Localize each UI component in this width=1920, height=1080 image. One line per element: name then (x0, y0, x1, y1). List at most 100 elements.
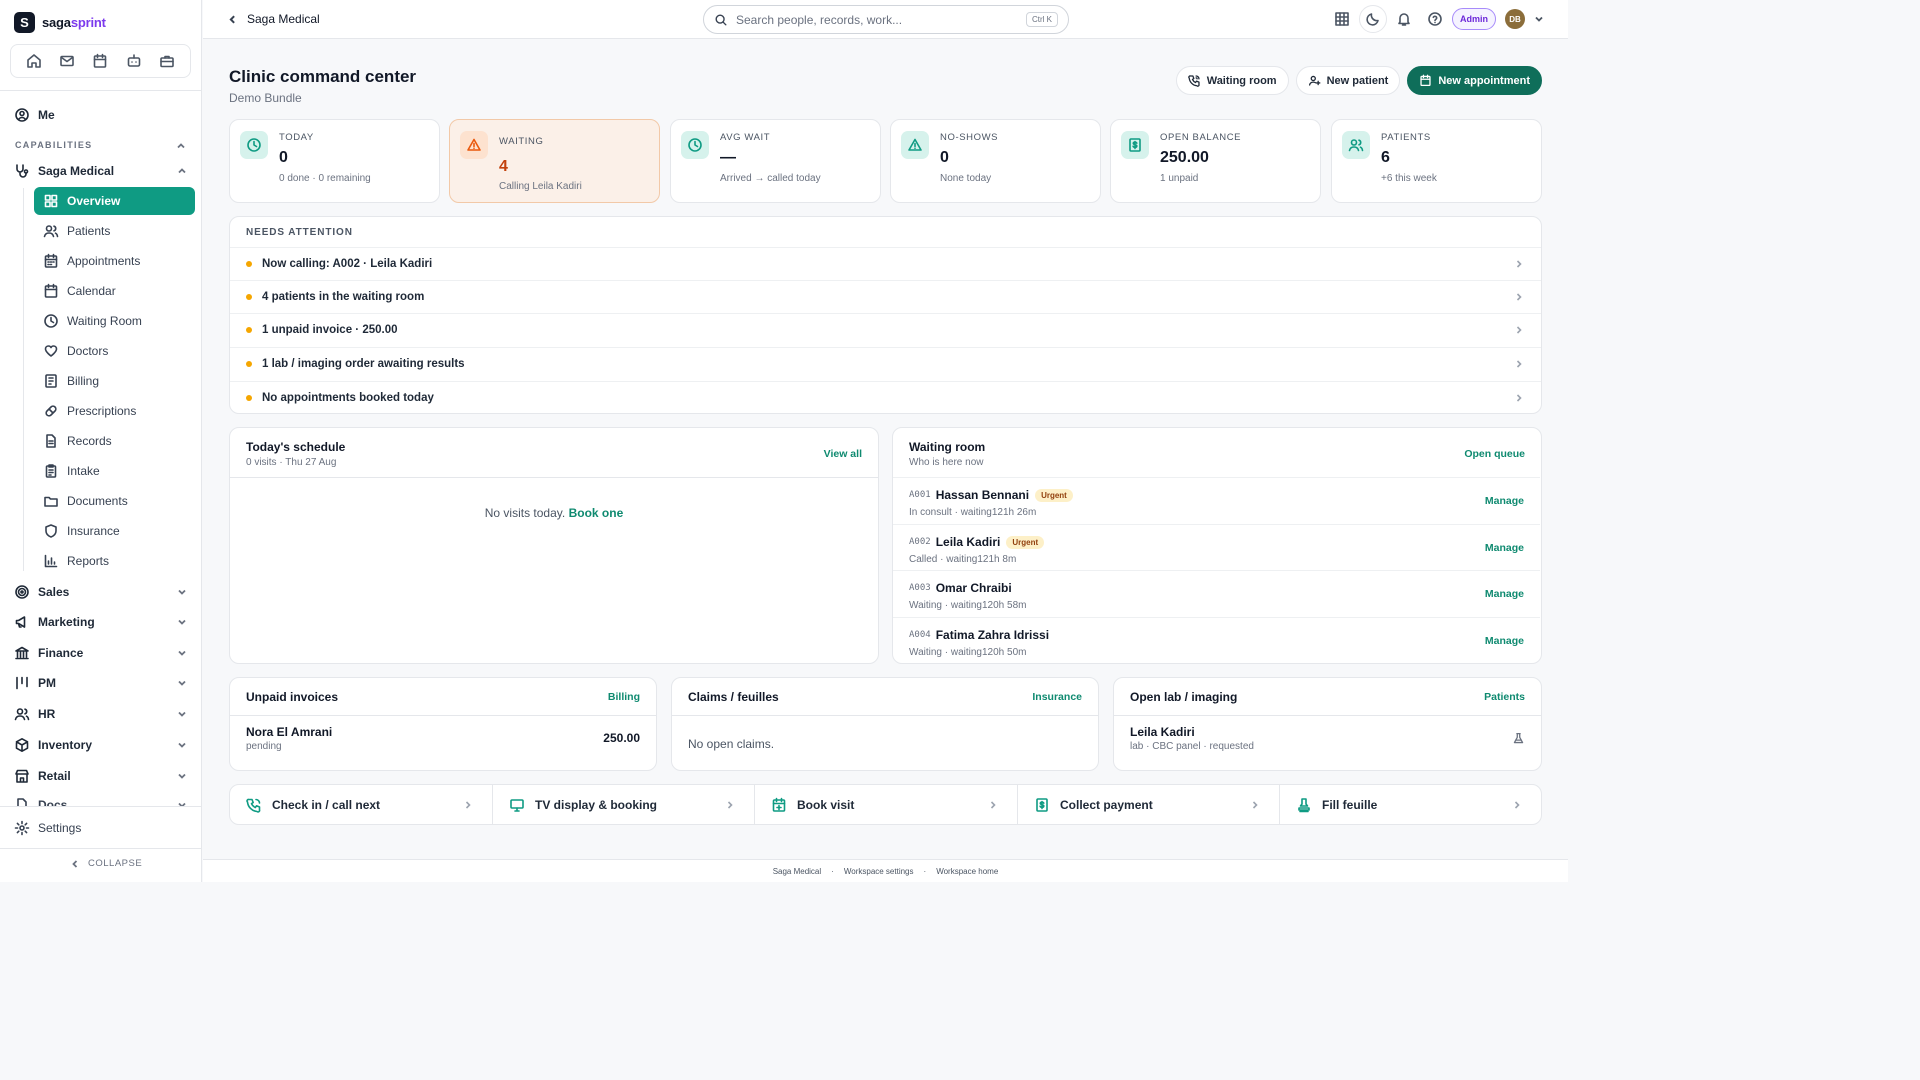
back-icon[interactable] (227, 14, 238, 25)
kpi-card-patients[interactable]: PATIENTS 6 +6 this week (1331, 119, 1542, 203)
role-badge[interactable]: Admin (1452, 8, 1496, 30)
table-row[interactable]: A001 Hassan Bennani Urgent In consult · … (893, 477, 1540, 523)
billing-link[interactable]: Billing (608, 691, 640, 703)
table-row[interactable]: A002 Leila Kadiri Urgent Called · waitin… (893, 524, 1540, 570)
sidebar-item-overview[interactable]: Overview (34, 187, 195, 215)
sidebar-item-label: Records (67, 434, 112, 448)
home-icon[interactable] (26, 53, 42, 69)
sidebar-item-records[interactable]: Records (34, 427, 195, 455)
collapse-button[interactable]: COLLAPSE (70, 858, 142, 869)
insurance-link[interactable]: Insurance (1032, 691, 1082, 703)
sidebar-group-saga-medical[interactable]: Saga Medical (14, 156, 188, 186)
moon-icon[interactable] (1359, 5, 1387, 33)
footer-link[interactable]: Workspace settings (844, 867, 914, 876)
sidebar-item-label: Waiting Room (67, 314, 142, 328)
sidebar-section-sales[interactable]: Sales (14, 577, 188, 607)
tv-display-action[interactable]: TV display & booking (493, 785, 755, 824)
warning-dot (246, 261, 252, 267)
file-icon (17, 798, 27, 806)
book-one-link[interactable]: Book one (569, 506, 624, 520)
sidebar-item-intake[interactable]: Intake (34, 457, 195, 485)
attention-item[interactable]: 1 lab / imaging order awaiting results (230, 347, 1541, 380)
table-row[interactable]: A003 Omar Chraibi Waiting · waiting120h … (893, 570, 1540, 616)
panel-subtitle: 0 visits · Thu 27 Aug (246, 457, 337, 468)
kpi-card-no-shows[interactable]: NO-SHOWS 0 None today (890, 119, 1101, 203)
kpi-card-avg-wait[interactable]: AVG WAIT — Arrived → called today (670, 119, 881, 203)
brand-prefix: saga (42, 15, 71, 30)
manage-link[interactable]: Manage (1485, 588, 1524, 600)
chevron-down-icon[interactable] (1534, 14, 1544, 24)
sidebar-group-label: Saga Medical (38, 164, 115, 178)
sidebar-section-docs[interactable]: Docs (14, 792, 188, 806)
new-patient-button[interactable]: New patient (1295, 66, 1401, 95)
attention-item[interactable]: No appointments booked today (230, 381, 1541, 414)
settings-link[interactable]: Settings (14, 813, 188, 843)
avatar[interactable]: DB (1505, 9, 1525, 29)
sidebar-item-patients[interactable]: Patients (34, 217, 195, 245)
sidebar-item-documents[interactable]: Documents (34, 487, 195, 515)
sidebar-item-billing[interactable]: Billing (34, 367, 195, 395)
sidebar-item-appointments[interactable]: Appointments (34, 247, 195, 275)
gear-icon (14, 820, 30, 836)
open-queue-link[interactable]: Open queue (1464, 448, 1525, 460)
sidebar-section-pm[interactable]: PM (14, 668, 188, 698)
patient-status: Called · waiting121h 8m (909, 554, 1017, 565)
manage-link[interactable]: Manage (1485, 542, 1524, 554)
divider (672, 715, 1098, 716)
help-icon[interactable] (1421, 5, 1449, 33)
kpi-card-waiting[interactable]: WAITING 4 Calling Leila Kadiri (449, 119, 660, 203)
footer-link[interactable]: Workspace home (936, 867, 998, 876)
chevron-right-icon (1252, 800, 1258, 809)
page-subtitle: Demo Bundle (229, 91, 302, 105)
sidebar-section-hr[interactable]: HR (14, 699, 188, 729)
kpi-card-today[interactable]: TODAY 0 0 done · 0 remaining (229, 119, 440, 203)
page-title: Clinic command center (229, 67, 417, 86)
footer-link[interactable]: Saga Medical (773, 867, 821, 876)
invoice-patient-name: Nora El Amrani (246, 725, 333, 739)
book-visit-action[interactable]: Book visit (755, 785, 1018, 824)
waiting-room-button[interactable]: Waiting room (1175, 66, 1289, 95)
attention-item[interactable]: Now calling: A002 · Leila Kadiri (230, 247, 1541, 280)
table-row[interactable]: A004 Fatima Zahra Idrissi Waiting · wait… (893, 617, 1540, 663)
manage-link[interactable]: Manage (1485, 635, 1524, 647)
collect-payment-action[interactable]: Collect payment (1018, 785, 1280, 824)
invoice-row[interactable]: Nora El Amrani pending 250.00 (230, 716, 656, 770)
app-logo[interactable]: S (14, 12, 35, 33)
fill-feuille-action[interactable]: Fill feuille (1280, 785, 1541, 824)
brand-accent: sprint (70, 15, 106, 30)
sidebar-item-insurance[interactable]: Insurance (34, 517, 195, 545)
sidebar-section-finance[interactable]: Finance (14, 638, 188, 668)
chevron-up-icon[interactable] (175, 140, 187, 152)
sidebar-item-doctors[interactable]: Doctors (34, 337, 195, 365)
briefcase-icon[interactable] (159, 53, 175, 69)
sidebar-section-inventory[interactable]: Inventory (14, 730, 188, 760)
attention-item[interactable]: 4 patients in the waiting room (230, 280, 1541, 313)
sidebar-item-waiting-room[interactable]: Waiting Room (34, 307, 195, 335)
attention-item[interactable]: 1 unpaid invoice · 250.00 (230, 313, 1541, 346)
apps-grid-icon[interactable] (1328, 5, 1356, 33)
sidebar-item-reports[interactable]: Reports (34, 547, 195, 575)
check-in-action[interactable]: Check in / call next (230, 785, 493, 824)
breadcrumb[interactable]: Saga Medical (247, 12, 320, 26)
calendar-icon[interactable] (92, 53, 108, 69)
chevron-down-icon (178, 802, 186, 806)
bell-icon[interactable] (1390, 5, 1418, 33)
sidebar-section-retail[interactable]: Retail (14, 761, 188, 791)
search-input[interactable]: Search people, records, work... Ctrl K (703, 5, 1069, 34)
lab-row[interactable]: Leila Kadiri lab · CBC panel · requested (1114, 716, 1541, 770)
top-bar: Saga Medical Search people, records, wor… (203, 0, 1568, 39)
manage-link[interactable]: Manage (1485, 495, 1524, 507)
mail-icon[interactable] (59, 53, 75, 69)
new-appointment-button[interactable]: New appointment (1407, 66, 1542, 95)
chevron-right-icon (1516, 293, 1522, 301)
kpi-card-open-balance[interactable]: OPEN BALANCE 250.00 1 unpaid (1110, 119, 1321, 203)
sidebar-section-marketing[interactable]: Marketing (14, 607, 188, 637)
calendar-icon (44, 283, 58, 298)
sidebar-item-me[interactable]: Me (14, 100, 188, 130)
bot-icon[interactable] (126, 53, 142, 69)
view-all-link[interactable]: View all (824, 448, 862, 460)
patients-link[interactable]: Patients (1484, 691, 1525, 703)
sidebar-item-calendar[interactable]: Calendar (34, 277, 195, 305)
lab-detail: lab · CBC panel · requested (1130, 741, 1254, 752)
sidebar-item-prescriptions[interactable]: Prescriptions (34, 397, 195, 425)
